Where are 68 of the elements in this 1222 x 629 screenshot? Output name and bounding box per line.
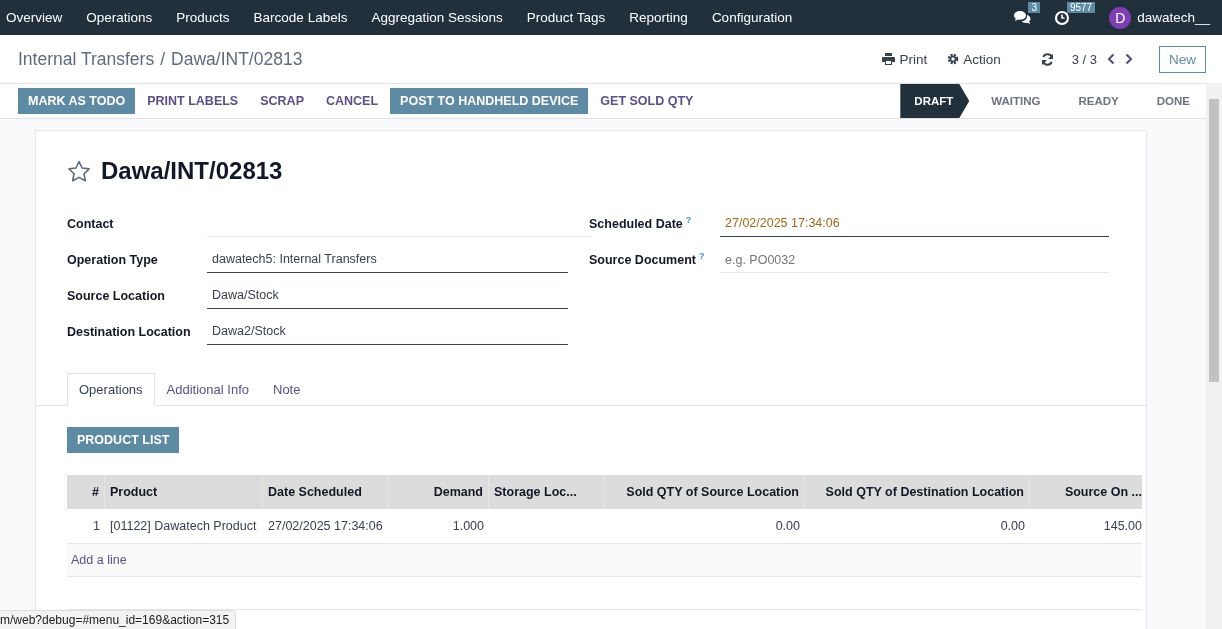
user-avatar[interactable]: D <box>1109 6 1132 29</box>
field-label: Destination Location <box>67 325 192 341</box>
field-label: Operation Type <box>67 253 159 269</box>
table-cell: 145.00 <box>1103 519 1142 533</box>
add-line-link[interactable]: Add a line <box>71 553 127 567</box>
table-cell: [01122] Dawatech Product <box>110 519 257 533</box>
column-header[interactable]: Storage Loc... <box>489 475 605 509</box>
column-header[interactable]: Sold QTY of Destination Location <box>805 475 1030 509</box>
column-header[interactable]: # <box>67 475 105 509</box>
menu-item[interactable]: Aggregation Sessions <box>359 10 515 25</box>
new-button[interactable]: New <box>1159 45 1206 73</box>
input-field[interactable]: e.g. PO0032 <box>720 252 1109 273</box>
column-header[interactable]: Demand <box>388 475 489 509</box>
table-cell: 27/02/2025 17:34:06 <box>268 519 383 533</box>
gear-icon[interactable] <box>947 53 960 65</box>
next-icon[interactable] <box>1125 53 1133 65</box>
action-button[interactable]: PRINT LABELS <box>137 88 249 114</box>
column-header[interactable]: Sold QTY of Source Location <box>605 475 805 509</box>
previous-icon[interactable] <box>1107 53 1115 65</box>
table-cell: 1.000 <box>452 519 484 533</box>
action-button[interactable]: GET SOLD QTY <box>590 88 704 114</box>
menu-item[interactable]: Reporting <box>617 10 700 25</box>
input-field[interactable]: 27/02/2025 17:34:06 <box>720 216 1109 237</box>
field-label: Source Location <box>67 289 166 305</box>
action-button[interactable]: CANCEL <box>316 88 389 114</box>
input-field[interactable]: Dawa2/Stock <box>207 324 568 345</box>
menu-item[interactable]: Barcode Labels <box>241 10 360 25</box>
action-button[interactable]: Action <box>947 51 1001 67</box>
input-field[interactable]: Dawa/Stock <box>207 288 568 309</box>
clock-icon[interactable] <box>1053 9 1070 26</box>
print-button[interactable]: Print <box>882 51 928 67</box>
column-header[interactable]: Product <box>105 475 263 509</box>
chat-icon[interactable] <box>1013 10 1032 25</box>
status-step[interactable]: DRAFT <box>900 84 970 118</box>
scrollbar[interactable] <box>1206 83 1222 629</box>
field-label: Scheduled Date $^{?}$ <box>589 214 693 233</box>
notification-badge: 3 <box>1028 2 1040 13</box>
breadcrumb-separator: / <box>160 48 166 70</box>
menu-item[interactable]: Overview <box>0 10 75 25</box>
tab[interactable]: Additional Info <box>154 373 261 406</box>
action-button[interactable]: SCRAP <box>250 88 314 114</box>
menu-item[interactable]: Products <box>164 10 242 25</box>
printer-icon[interactable] <box>882 53 896 65</box>
record-title: Dawa/INT/02813 <box>101 157 283 185</box>
breadcrumb-current: Dawa/INT/02813 <box>171 48 303 70</box>
menu-item[interactable]: Product Tags <box>514 10 618 25</box>
user-name[interactable]: dawatech__ <box>1137 10 1210 25</box>
status-url: m/web?debug=#menu_id=169&action=315 <box>0 610 237 629</box>
input-field[interactable]: dawatech5: Internal Transfers <box>207 252 568 273</box>
star-icon[interactable] <box>67 159 91 183</box>
column-header[interactable]: Date Scheduled <box>263 475 388 509</box>
refresh-icon[interactable] <box>1040 52 1054 66</box>
field-label: Contact <box>67 217 115 233</box>
table-cell: 0.00 <box>1000 519 1025 533</box>
menu-item[interactable]: Configuration <box>699 10 805 25</box>
menu-item[interactable]: Operations <box>74 10 165 25</box>
action-button[interactable]: MARK AS TODO <box>18 88 136 114</box>
action-button[interactable]: POST TO HANDHELD DEVICE <box>390 88 589 114</box>
table-cell: 1 <box>93 519 100 533</box>
table-cell: 0.00 <box>775 519 800 533</box>
pager-value: 3 / 3 <box>1071 51 1097 67</box>
product-list-button[interactable]: PRODUCT LIST <box>67 427 180 453</box>
breadcrumb-link[interactable]: Internal Transfers <box>18 48 155 70</box>
tab[interactable]: Operations <box>67 373 155 406</box>
notification-badge: 9577 <box>1066 1 1096 13</box>
field-label: Source Document $^{?}$ <box>589 250 706 269</box>
tab[interactable]: Note <box>261 373 313 406</box>
column-header[interactable]: Source On ... <box>1030 475 1142 509</box>
